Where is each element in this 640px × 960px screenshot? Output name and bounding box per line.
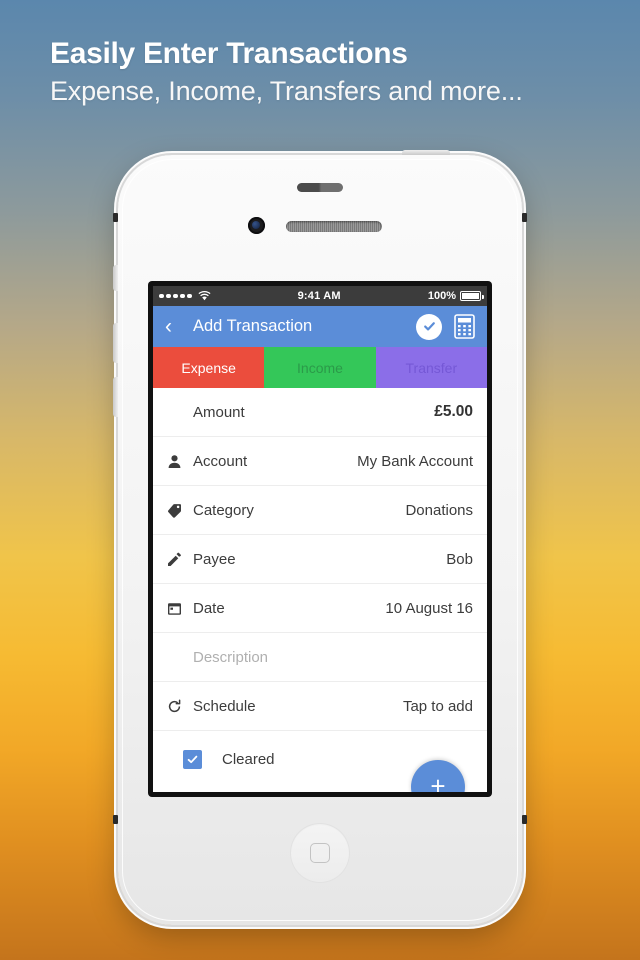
row-description[interactable]: Description [153,633,487,682]
app-screen: 9:41 AM 100% ‹ Add Transaction Expense I… [153,286,487,792]
front-camera-icon [248,217,265,234]
silent-switch[interactable] [113,265,118,291]
wifi-icon [197,291,211,301]
description-input[interactable]: Description [193,649,268,666]
tab-income[interactable]: Income [264,347,376,388]
cleared-checkbox[interactable] [183,749,202,769]
nav-bar: ‹ Add Transaction [153,306,487,347]
tag-icon [167,503,189,518]
transaction-type-tabs: Expense Income Transfer [153,347,487,388]
earpiece-speaker [286,221,382,232]
transaction-form: Amount £5.00 Account My Bank Account Cat… [153,388,487,787]
date-value: 10 August 16 [385,599,473,617]
status-bar-time: 9:41 AM [297,290,341,302]
battery-percent-label: 100% [427,290,456,302]
check-circle-icon[interactable] [416,313,442,340]
tab-expense[interactable]: Expense [153,347,265,388]
row-account[interactable]: Account My Bank Account [153,437,487,486]
schedule-label: Schedule [193,697,256,715]
row-schedule[interactable]: Schedule Tap to add [153,682,487,731]
status-bar: 9:41 AM 100% [153,286,487,306]
cleared-label: Cleared [222,750,275,768]
promo-headline: Easily Enter Transactions [50,37,408,70]
plus-icon: + [430,771,446,792]
signal-strength-icon [159,293,192,299]
category-value: Donations [405,501,473,519]
antenna-band [522,815,527,824]
payee-label: Payee [193,550,236,568]
person-icon [167,454,189,469]
calculator-icon[interactable] [454,314,475,339]
nav-actions [416,313,475,340]
row-payee[interactable]: Payee Bob [153,535,487,584]
tab-transfer[interactable]: Transfer [375,347,487,388]
screen-bezel: 9:41 AM 100% ‹ Add Transaction Expense I… [148,281,492,797]
row-category[interactable]: Category Donations [153,486,487,535]
antenna-band [522,213,527,222]
volume-down-button[interactable] [113,377,118,417]
battery-icon [460,291,484,301]
schedule-value: Tap to add [402,697,473,715]
home-button[interactable] [290,823,350,883]
promo-headline-block: Easily Enter Transactions Expense, Incom… [50,38,570,108]
refresh-icon [167,699,189,714]
account-label: Account [193,452,248,470]
date-label: Date [193,599,225,617]
antenna-band [113,213,118,222]
row-amount[interactable]: Amount £5.00 [153,388,487,437]
promo-subheadline: Expense, Income, Transfers and more... [50,75,523,106]
amount-label: Amount [193,403,245,421]
power-button[interactable] [402,150,450,155]
status-bar-left [159,291,211,301]
category-label: Category [193,501,254,519]
row-date[interactable]: Date 10 August 16 [153,584,487,633]
calendar-icon [167,601,189,616]
back-icon[interactable]: ‹ [165,316,185,337]
proximity-sensor [297,183,343,192]
page-title: Add Transaction [193,317,313,335]
antenna-band [113,815,118,824]
pencil-icon [167,552,189,567]
account-value: My Bank Account [357,452,473,470]
volume-up-button[interactable] [113,323,118,363]
amount-value: £5.00 [434,403,473,420]
phone-mockup: 9:41 AM 100% ‹ Add Transaction Expense I… [113,150,527,925]
payee-value: Bob [446,550,473,568]
status-bar-right: 100% [427,290,484,302]
